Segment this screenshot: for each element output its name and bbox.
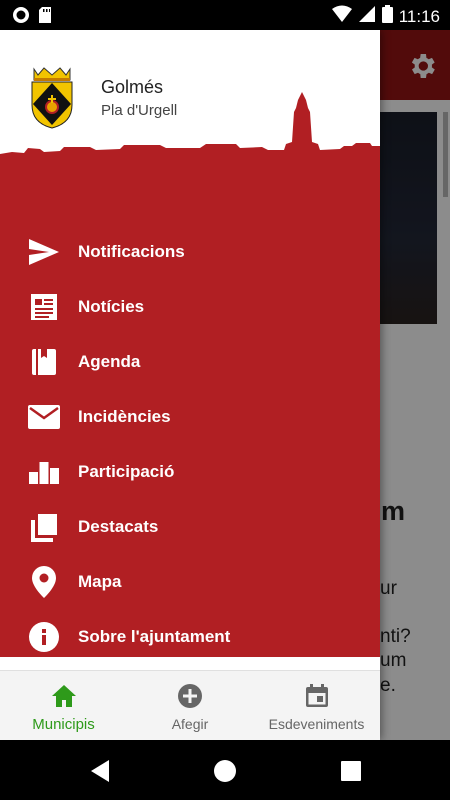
town-region: Pla d'Urgell: [101, 102, 178, 119]
layers-icon: [28, 511, 60, 543]
menu-item-label: Agenda: [78, 351, 141, 371]
menu-item-sobre-ajuntament[interactable]: Sobre l'ajuntament: [0, 609, 380, 664]
bottom-nav-esdeveniments[interactable]: Esdeveniments: [253, 671, 380, 740]
menu-item-label: Incidències: [78, 406, 171, 426]
bar-chart-icon: [28, 456, 60, 488]
bottom-nav-label: Esdeveniments: [268, 716, 365, 732]
bottom-nav-label: Municipis: [32, 716, 95, 733]
menu-item-label: Notificacions: [78, 241, 185, 261]
signal-icon: [358, 5, 376, 28]
menu-item-agenda[interactable]: Agenda: [0, 334, 380, 389]
drawer-divider: [0, 657, 380, 670]
bottom-nav-label: Afegir: [171, 716, 209, 732]
drawer-menu: Notificacions Notícies Agenda Incidèncie…: [0, 167, 380, 657]
menu-item-label: Notícies: [78, 296, 145, 316]
back-icon[interactable]: [87, 758, 113, 784]
menu-item-destacats[interactable]: Destacats: [0, 499, 380, 554]
home-icon: [51, 683, 77, 709]
menu-item-label: Destacats: [78, 516, 159, 536]
menu-item-mapa[interactable]: Mapa: [0, 554, 380, 609]
drawer-header: Golmés Pla d'Urgell: [0, 30, 380, 170]
menu-item-label: Sobre l'ajuntament: [78, 626, 231, 646]
wifi-icon: [331, 5, 352, 28]
agenda-book-icon: [28, 346, 60, 378]
status-time: 11:16: [398, 6, 440, 26]
battery-icon: [381, 5, 393, 28]
town-name: Golmés: [101, 77, 164, 97]
add-circle-icon: [177, 683, 203, 709]
sd-card-icon: [38, 6, 52, 29]
bottom-nav-afegir[interactable]: Afegir: [127, 671, 253, 740]
menu-item-participacio[interactable]: Participació: [0, 444, 380, 499]
record-icon: [12, 6, 30, 29]
map-pin-icon: [28, 565, 60, 598]
bottom-navigation: Municipis Afegir Esdeveniments: [0, 670, 380, 740]
menu-item-label: Participació: [78, 461, 175, 481]
menu-item-label: Mapa: [78, 571, 122, 591]
menu-item-notificacions[interactable]: Notificacions: [0, 224, 380, 279]
recents-icon[interactable]: [338, 758, 364, 784]
send-icon: [28, 236, 60, 268]
town-crest-icon: [24, 67, 80, 134]
menu-item-noticies[interactable]: Notícies: [0, 279, 380, 334]
newspaper-icon: [28, 291, 60, 323]
calendar-icon: [304, 683, 330, 709]
info-icon: [28, 621, 60, 653]
bottom-nav-municipis[interactable]: Municipis: [0, 671, 127, 740]
menu-item-incidencies[interactable]: Incidències: [0, 389, 380, 444]
home-circle-icon[interactable]: [212, 758, 238, 784]
navigation-drawer: Golmés Pla d'Urgell Notificacions Notíci…: [0, 30, 380, 740]
mail-icon: [28, 401, 60, 433]
status-bar: 11:16: [0, 0, 450, 30]
system-navigation-bar: [0, 740, 450, 800]
